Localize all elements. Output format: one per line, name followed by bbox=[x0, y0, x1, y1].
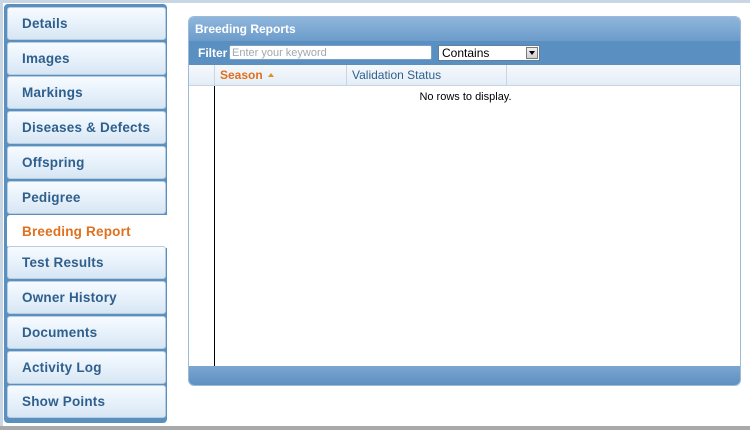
tab-diseases-defects[interactable]: Diseases & Defects bbox=[7, 111, 166, 144]
sort-ascending-icon bbox=[267, 73, 274, 77]
panel-title: Breeding Reports bbox=[189, 17, 740, 41]
filter-operator-select[interactable]: Contains bbox=[438, 45, 540, 61]
filter-bar: Filter Contains bbox=[189, 41, 740, 65]
grid-footer bbox=[189, 366, 740, 385]
tab-owner-history[interactable]: Owner History bbox=[7, 281, 166, 314]
row-indicator-header bbox=[189, 65, 215, 85]
empty-grid-message: No rows to display. bbox=[419, 91, 512, 103]
tab-show-points[interactable]: Show Points bbox=[7, 385, 166, 418]
grid-body: No rows to display. bbox=[189, 86, 740, 367]
window-bottom-border bbox=[0, 426, 750, 430]
window-left-border bbox=[0, 0, 3, 430]
tab-images[interactable]: Images bbox=[7, 42, 166, 75]
column-header-validation-status[interactable]: Validation Status bbox=[347, 65, 507, 85]
filter-operator-value: Contains bbox=[442, 46, 490, 60]
tab-test-results[interactable]: Test Results bbox=[7, 246, 166, 279]
tab-documents[interactable]: Documents bbox=[7, 316, 166, 349]
column-header-season-label: Season bbox=[220, 68, 263, 82]
filter-keyword-input[interactable] bbox=[229, 45, 432, 60]
breeding-reports-panel: Breeding Reports Filter Contains Season … bbox=[188, 16, 741, 386]
sidebar-nav: Details Images Markings Diseases & Defec… bbox=[4, 4, 168, 423]
row-indicator-divider bbox=[214, 86, 215, 367]
tab-breeding-report[interactable]: Breeding Report bbox=[7, 215, 168, 248]
chevron-down-icon[interactable] bbox=[526, 47, 538, 59]
filter-label: Filter bbox=[198, 46, 228, 60]
grid-header: Season Validation Status bbox=[189, 65, 740, 86]
column-header-validation-status-label: Validation Status bbox=[352, 68, 442, 82]
tab-markings[interactable]: Markings bbox=[7, 76, 166, 109]
tab-activity-log[interactable]: Activity Log bbox=[7, 351, 166, 384]
tab-offspring[interactable]: Offspring bbox=[7, 146, 166, 179]
tab-details[interactable]: Details bbox=[7, 7, 166, 40]
column-header-season[interactable]: Season bbox=[215, 65, 347, 85]
tab-pedigree[interactable]: Pedigree bbox=[7, 181, 166, 214]
window-top-border bbox=[0, 0, 750, 3]
